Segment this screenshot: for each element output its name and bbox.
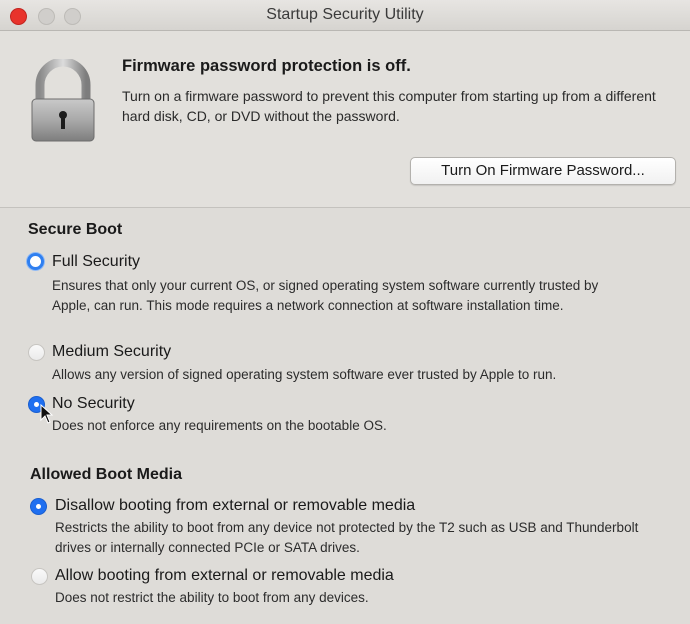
mouse-pointer-icon <box>40 404 54 424</box>
allow-external-boot-label[interactable]: Allow booting from external or removable… <box>55 567 394 585</box>
turn-on-firmware-password-button[interactable]: Turn On Firmware Password... <box>410 157 676 185</box>
firmware-status-heading: Firmware password protection is off. <box>122 57 411 75</box>
full-security-label[interactable]: Full Security <box>52 253 140 271</box>
firmware-description: Turn on a firmware password to prevent t… <box>122 88 656 124</box>
window-title: Startup Security Utility <box>266 6 424 23</box>
startup-security-window: Startup Security Utility Firmware passwo… <box>0 0 690 624</box>
no-security-description: Does not enforce any requirements on the… <box>52 418 387 433</box>
medium-security-label[interactable]: Medium Security <box>52 343 171 361</box>
medium-security-description: Allows any version of signed operating s… <box>52 367 557 382</box>
full-security-description: Ensures that only your current OS, or si… <box>52 278 599 313</box>
no-security-label[interactable]: No Security <box>52 395 135 413</box>
firmware-password-panel: Firmware password protection is off. Tur… <box>0 31 690 208</box>
disallow-external-boot-radio[interactable] <box>30 498 47 515</box>
title-bar: Startup Security Utility <box>0 0 690 31</box>
disallow-external-boot-label[interactable]: Disallow booting from external or remova… <box>55 497 415 515</box>
disallow-external-boot-description: Restricts the ability to boot from any d… <box>55 520 639 555</box>
secure-boot-title: Secure Boot <box>28 221 123 238</box>
full-security-radio[interactable] <box>27 253 44 270</box>
allow-external-boot-description: Does not restrict the ability to boot fr… <box>55 590 369 605</box>
allow-external-boot-radio[interactable] <box>31 568 48 585</box>
padlock-icon <box>31 59 95 142</box>
allowed-boot-media-title: Allowed Boot Media <box>30 466 182 483</box>
medium-security-radio[interactable] <box>28 344 45 361</box>
